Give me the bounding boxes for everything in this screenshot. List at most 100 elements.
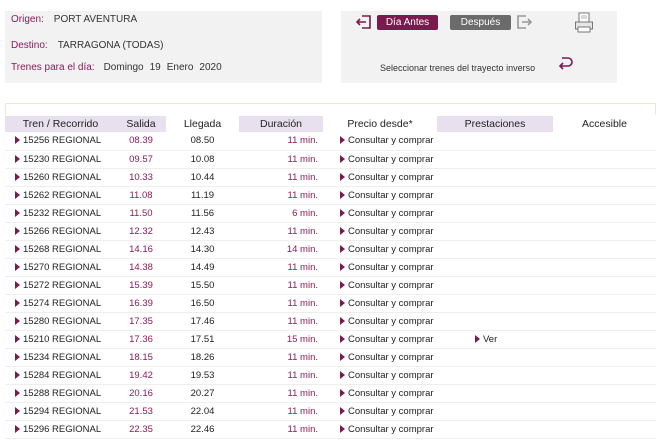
accesible-cell (553, 384, 656, 403)
print-icon[interactable] (574, 12, 594, 34)
header-duracion[interactable]: Duración (239, 116, 323, 132)
inverse-journey-link[interactable]: Seleccionar trenes del trayecto inverso (380, 63, 535, 73)
train-name[interactable]: 15274 REGIONAL (23, 298, 101, 309)
train-name[interactable]: 15260 REGIONAL (23, 172, 101, 183)
precio-cell[interactable]: Consultar y comprar (323, 294, 437, 313)
header-salida[interactable]: Salida (116, 116, 166, 132)
despues-button[interactable]: Después (450, 15, 511, 30)
consultar-link[interactable]: Consultar y comprar (348, 208, 434, 219)
llegada-cell: 12.43 (166, 222, 239, 241)
train-cell[interactable]: 15270 REGIONAL (5, 258, 116, 277)
header-accesible[interactable]: Accesible (553, 116, 656, 132)
return-arrow-icon[interactable] (557, 53, 575, 71)
train-cell[interactable]: 15262 REGIONAL (5, 186, 116, 205)
precio-cell[interactable]: Consultar y comprar (323, 276, 437, 295)
dia-antes-button[interactable]: Día Antes (377, 15, 438, 30)
train-name[interactable]: 15210 REGIONAL (23, 334, 101, 345)
header-prestaciones[interactable]: Prestaciones (437, 116, 553, 132)
train-cell[interactable]: 15268 REGIONAL (5, 240, 116, 259)
train-name[interactable]: 15288 REGIONAL (23, 388, 101, 399)
consultar-link[interactable]: Consultar y comprar (348, 172, 434, 183)
precio-cell[interactable]: Consultar y comprar (323, 366, 437, 385)
consultar-link[interactable]: Consultar y comprar (348, 316, 434, 327)
train-name[interactable]: 15284 REGIONAL (23, 370, 101, 381)
triangle-right-icon (340, 208, 345, 217)
train-name[interactable]: 15230 REGIONAL (23, 154, 101, 165)
precio-cell[interactable]: Consultar y comprar (323, 150, 437, 169)
train-name[interactable]: 15256 REGIONAL (23, 135, 101, 146)
prestaciones-link[interactable]: Ver (483, 334, 497, 345)
train-cell[interactable]: 15296 REGIONAL (5, 420, 116, 439)
precio-cell[interactable]: Consultar y comprar (323, 186, 437, 205)
precio-cell[interactable]: Consultar y comprar (323, 384, 437, 403)
consultar-link[interactable]: Consultar y comprar (348, 406, 434, 417)
train-cell[interactable]: 15274 REGIONAL (5, 294, 116, 313)
accesible-cell (553, 204, 656, 223)
precio-cell[interactable]: Consultar y comprar (323, 330, 437, 349)
exit-right-icon[interactable] (515, 13, 533, 31)
consultar-link[interactable]: Consultar y comprar (348, 424, 434, 435)
prestaciones-cell (437, 366, 553, 385)
consultar-link[interactable]: Consultar y comprar (348, 262, 434, 273)
precio-cell[interactable]: Consultar y comprar (323, 312, 437, 331)
train-cell[interactable]: 15266 REGIONAL (5, 222, 116, 241)
train-name[interactable]: 15294 REGIONAL (23, 406, 101, 417)
train-name[interactable]: 15262 REGIONAL (23, 190, 101, 201)
triangle-right-icon (15, 154, 20, 163)
train-cell[interactable]: 15210 REGIONAL (5, 330, 116, 349)
precio-cell[interactable]: Consultar y comprar (323, 420, 437, 439)
llegada-cell: 22.46 (166, 420, 239, 439)
precio-cell[interactable]: Consultar y comprar (323, 132, 437, 151)
precio-cell[interactable]: Consultar y comprar (323, 240, 437, 259)
duracion-cell: 11 min. (239, 276, 323, 295)
consultar-link[interactable]: Consultar y comprar (348, 388, 434, 399)
train-cell[interactable]: 15288 REGIONAL (5, 384, 116, 403)
train-cell[interactable]: 15294 REGIONAL (5, 402, 116, 421)
train-name[interactable]: 15296 REGIONAL (23, 424, 101, 435)
train-name[interactable]: 15232 REGIONAL (23, 208, 101, 219)
train-cell[interactable]: 15256 REGIONAL (5, 132, 116, 151)
train-cell[interactable]: 15234 REGIONAL (5, 348, 116, 367)
train-name[interactable]: 15272 REGIONAL (23, 280, 101, 291)
consultar-link[interactable]: Consultar y comprar (348, 352, 434, 363)
triangle-right-icon (15, 262, 20, 271)
duracion-cell: 11 min. (239, 150, 323, 169)
train-cell[interactable]: 15232 REGIONAL (5, 204, 116, 223)
duracion-cell: 6 min. (239, 204, 323, 223)
destino-line: Destino: TARRAGONA (TODAS) (11, 40, 163, 51)
precio-cell[interactable]: Consultar y comprar (323, 348, 437, 367)
consultar-link[interactable]: Consultar y comprar (348, 154, 434, 165)
triangle-right-icon (340, 244, 345, 253)
train-name[interactable]: 15268 REGIONAL (23, 244, 101, 255)
consultar-link[interactable]: Consultar y comprar (348, 334, 434, 345)
header-llegada[interactable]: Llegada (166, 116, 239, 132)
header-tren[interactable]: Tren / Recorrido (5, 116, 116, 132)
exit-left-icon[interactable] (355, 13, 373, 31)
train-name[interactable]: 15266 REGIONAL (23, 226, 101, 237)
train-name[interactable]: 15234 REGIONAL (23, 352, 101, 363)
accesible-cell (553, 132, 656, 151)
train-cell[interactable]: 15272 REGIONAL (5, 276, 116, 295)
consultar-link[interactable]: Consultar y comprar (348, 244, 434, 255)
train-cell[interactable]: 15280 REGIONAL (5, 312, 116, 331)
consultar-link[interactable]: Consultar y comprar (348, 370, 434, 381)
precio-cell[interactable]: Consultar y comprar (323, 168, 437, 187)
consultar-link[interactable]: Consultar y comprar (348, 280, 434, 291)
train-name[interactable]: 15270 REGIONAL (23, 262, 101, 273)
salida-cell: 16.39 (116, 294, 166, 313)
precio-cell[interactable]: Consultar y comprar (323, 258, 437, 277)
consultar-link[interactable]: Consultar y comprar (348, 298, 434, 309)
precio-cell[interactable]: Consultar y comprar (323, 402, 437, 421)
consultar-link[interactable]: Consultar y comprar (348, 135, 434, 146)
duracion-cell: 11 min. (239, 294, 323, 313)
prestaciones-cell (437, 312, 553, 331)
train-cell[interactable]: 15284 REGIONAL (5, 366, 116, 385)
consultar-link[interactable]: Consultar y comprar (348, 190, 434, 201)
train-cell[interactable]: 15260 REGIONAL (5, 168, 116, 187)
consultar-link[interactable]: Consultar y comprar (348, 226, 434, 237)
precio-cell[interactable]: Consultar y comprar (323, 204, 437, 223)
header-precio[interactable]: Precio desde* (323, 116, 437, 132)
train-cell[interactable]: 15230 REGIONAL (5, 150, 116, 169)
train-name[interactable]: 15280 REGIONAL (23, 316, 101, 327)
precio-cell[interactable]: Consultar y comprar (323, 222, 437, 241)
